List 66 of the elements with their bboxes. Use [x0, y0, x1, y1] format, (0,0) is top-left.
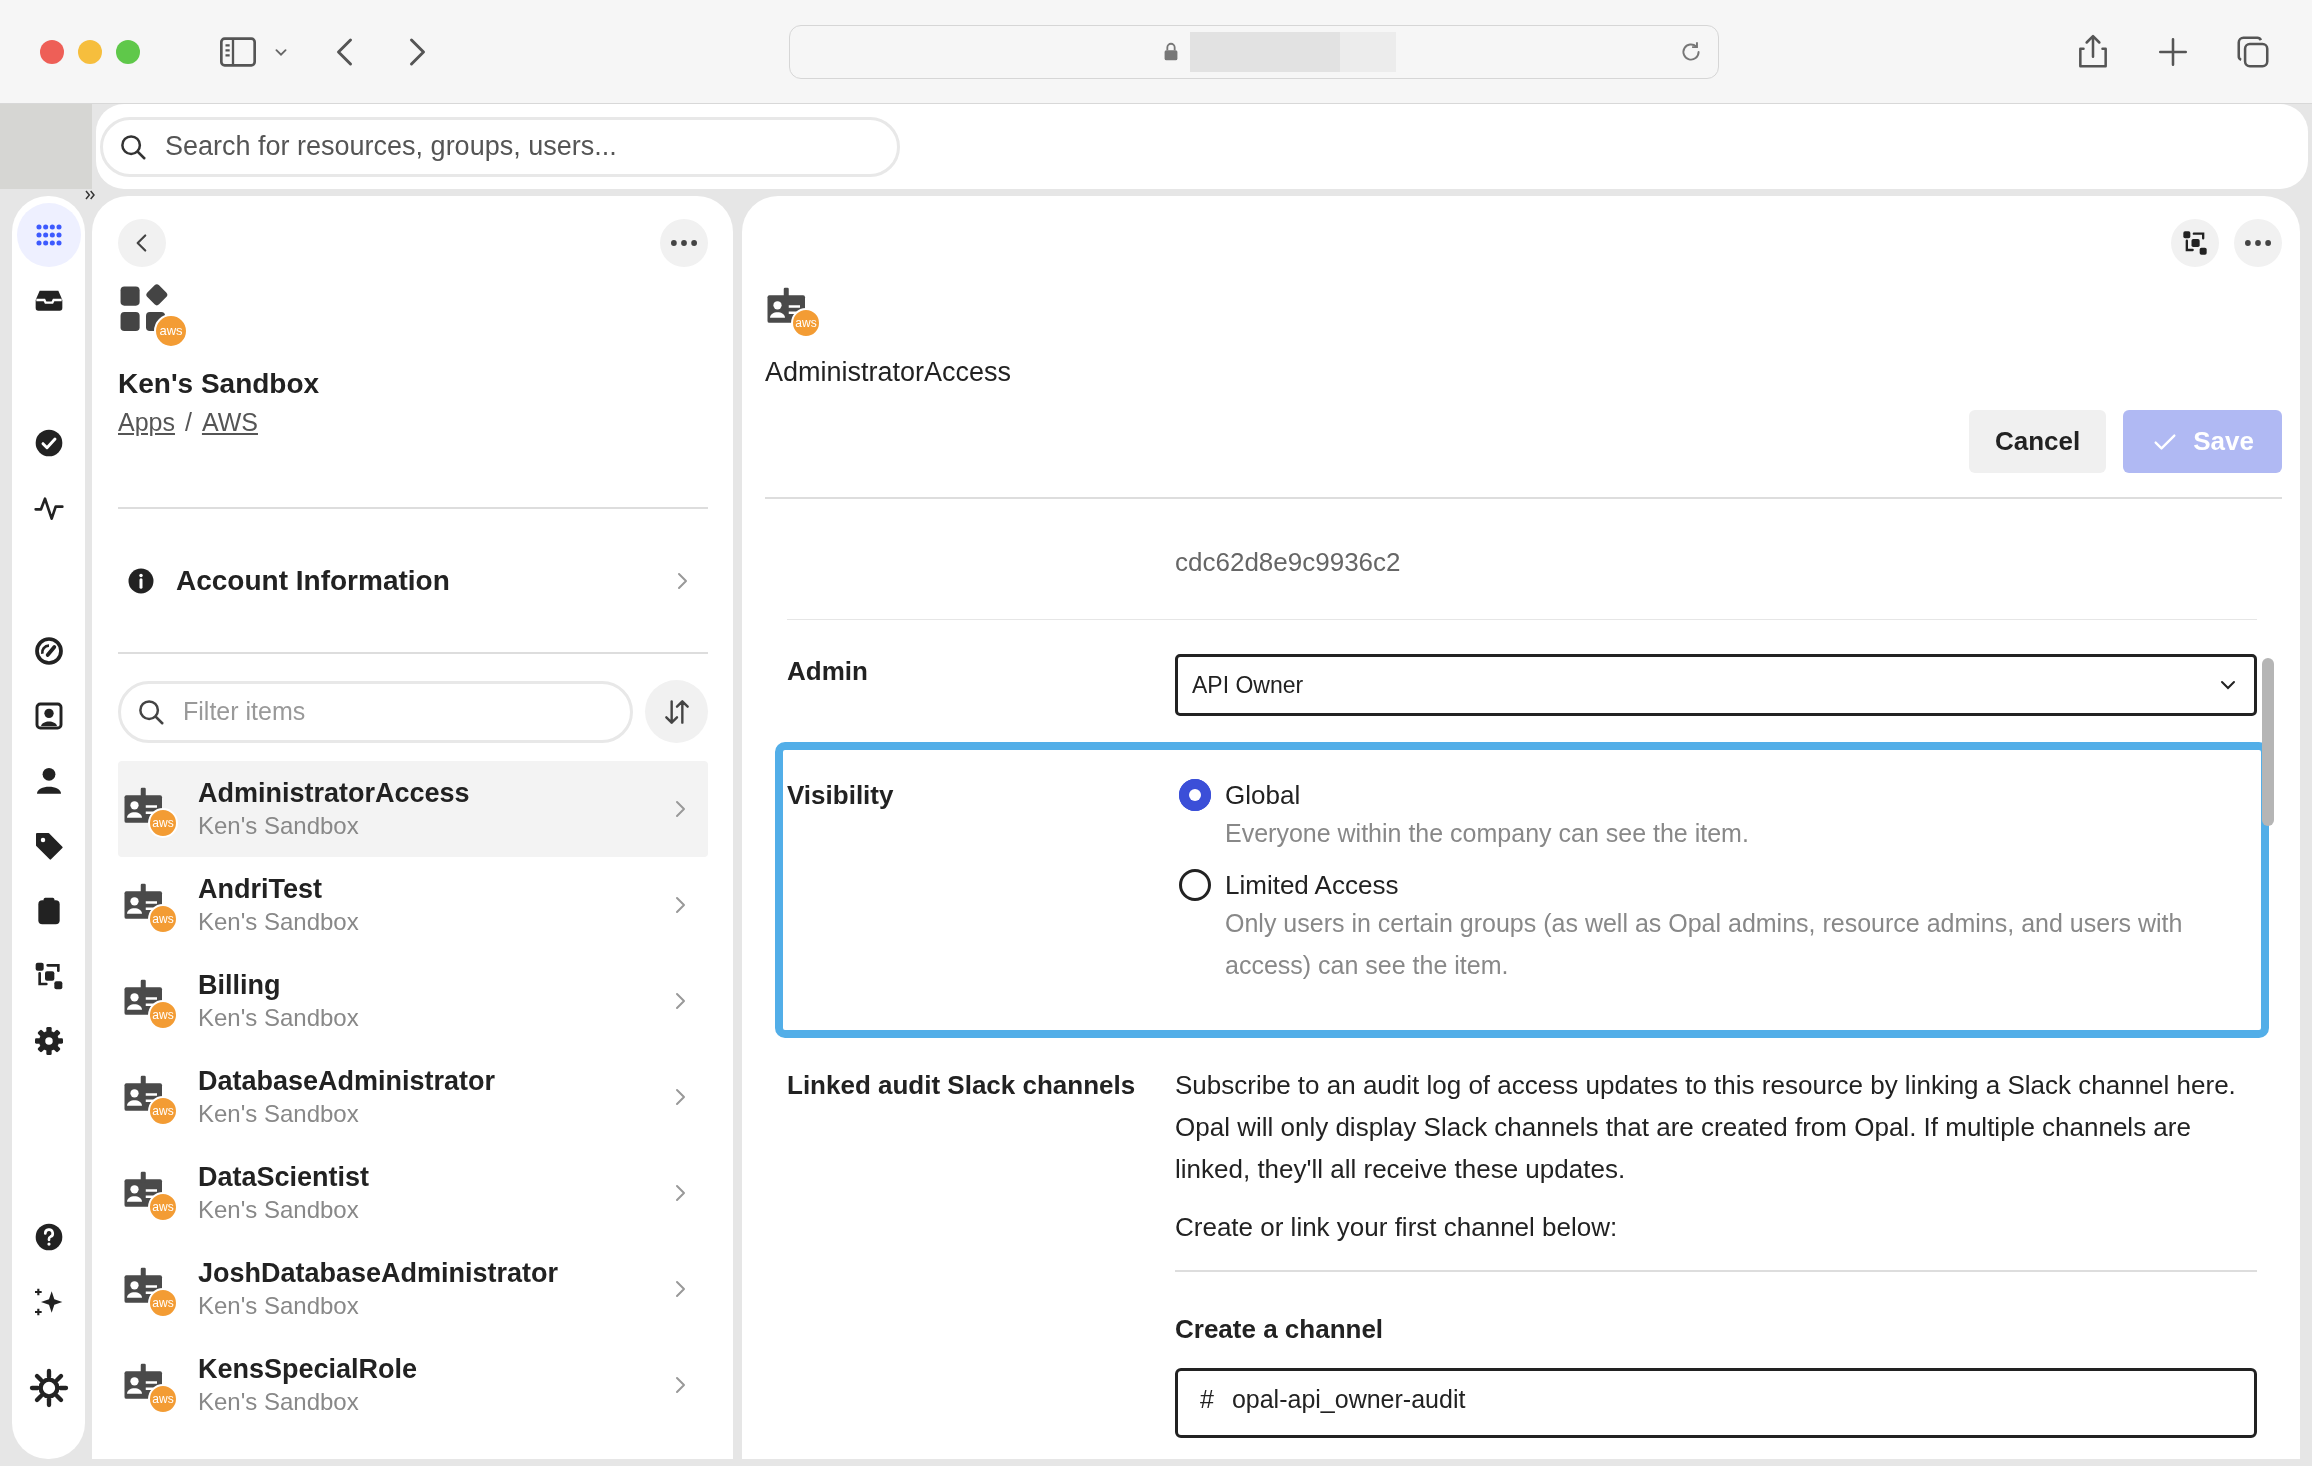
- resource-list-item[interactable]: aws AdministratorAccess Ken's Sandbox: [118, 761, 708, 857]
- aws-badge: aws: [154, 314, 188, 348]
- aws-badge: aws: [148, 1000, 178, 1030]
- more-icon: [671, 240, 697, 246]
- flow-button[interactable]: [2171, 219, 2219, 267]
- resource-name: Billing: [198, 969, 282, 1001]
- resource-list-item[interactable]: aws DataScientist Ken's Sandbox: [118, 1145, 708, 1241]
- more-icon: [2245, 240, 2271, 246]
- app-title: Ken's Sandbox: [118, 367, 320, 401]
- resource-subtitle: Ken's Sandbox: [198, 1099, 360, 1129]
- resource-list-item[interactable]: aws Billing Ken's Sandbox: [118, 953, 708, 1049]
- aws-badge: aws: [148, 1192, 178, 1222]
- description-text: Subscribe to an audit log of access updates to this resource by linking a Slack channel here. Opal will only display Slack channels that are created from Opal. If multiple channels are linked, they'll all receive these updates.: [1175, 1069, 2237, 1186]
- aws-badge: aws: [791, 308, 821, 338]
- cancel-button[interactable]: Cancel: [1969, 410, 2107, 473]
- radio-button[interactable]: [1179, 779, 1211, 811]
- option-label: Limited Access: [1225, 869, 1400, 902]
- search-field[interactable]: Search for resources, groups, users...: [100, 116, 900, 177]
- gauge-icon: [32, 635, 65, 667]
- option-description: Everyone within the company can see the item.: [1225, 818, 1749, 849]
- resource-subtitle: Ken's Sandbox: [198, 1195, 360, 1225]
- field-label: Visibility: [787, 780, 894, 810]
- resource-subtitle: Ken's Sandbox: [198, 907, 360, 937]
- breadcrumb-link[interactable]: AWS: [201, 406, 258, 438]
- resource-name: AdministratorAccess: [198, 777, 471, 809]
- more-button[interactable]: [2234, 219, 2282, 267]
- resource-name: DataScientist: [198, 1161, 371, 1193]
- filter-field[interactable]: Filter items: [118, 680, 633, 743]
- close-window-button[interactable]: [40, 39, 64, 64]
- breadcrumb-link[interactable]: Apps: [118, 406, 175, 438]
- resource-subtitle: Ken's Sandbox: [198, 1291, 360, 1321]
- resource-subtitle: Ken's Sandbox: [198, 811, 360, 841]
- back-button[interactable]: [118, 219, 166, 267]
- resource-name: KensSpecialRole: [198, 1353, 419, 1385]
- description-text: Create or link your first channel below:: [1175, 1211, 1619, 1244]
- scrollbar[interactable]: [2262, 658, 2274, 826]
- option-label: Global: [1225, 779, 1302, 812]
- admin-dropdown[interactable]: API Owner: [1175, 654, 2257, 716]
- remote-id-value: cdc62d8e9c9936c2: [1175, 546, 1401, 579]
- aws-badge: aws: [148, 1288, 178, 1318]
- sun-icon: [28, 1368, 69, 1408]
- option-description: Only users in certain groups (as well as Opal admins, resource admins, and users with access) can see the item.: [1225, 908, 2184, 981]
- resource-list-item[interactable]: aws DatabaseAdministrator Ken's Sandbox: [118, 1049, 708, 1145]
- aws-badge: aws: [148, 808, 178, 838]
- resource-list-item[interactable]: aws KensSpecialRole Ken's Sandbox: [118, 1337, 708, 1433]
- field-label: Linked audit Slack channels: [787, 1070, 1136, 1100]
- resource-title: AdministratorAccess: [765, 356, 1012, 389]
- field-label: Admin: [787, 656, 868, 686]
- flow-icon: [2181, 229, 2209, 257]
- resource-name: AndriTest: [198, 873, 323, 905]
- resource-subtitle: Ken's Sandbox: [198, 1003, 360, 1033]
- channel-name-field[interactable]: # opal-api_owner-audit: [1175, 1368, 2257, 1438]
- resource-name: DatabaseAdministrator: [198, 1065, 497, 1097]
- subheading: Create a channel: [1175, 1313, 1384, 1346]
- section-link[interactable]: Account Information: [176, 564, 650, 597]
- aws-badge: aws: [148, 1096, 178, 1126]
- resource-subtitle: Ken's Sandbox: [198, 1387, 360, 1417]
- resource-name: JoshDatabaseAdministrator: [198, 1257, 560, 1289]
- radio-button[interactable]: [1179, 869, 1211, 901]
- breadcrumb-separator: /: [185, 407, 192, 438]
- more-button[interactable]: [660, 219, 708, 267]
- aws-badge: aws: [148, 904, 178, 934]
- aws-badge: aws: [148, 1384, 178, 1414]
- settings-icon: [32, 1025, 65, 1057]
- resource-list-item[interactable]: aws AndriTest Ken's Sandbox: [118, 857, 708, 953]
- resource-list-item[interactable]: aws JoshDatabaseAdministrator Ken's Sandbox: [118, 1241, 708, 1337]
